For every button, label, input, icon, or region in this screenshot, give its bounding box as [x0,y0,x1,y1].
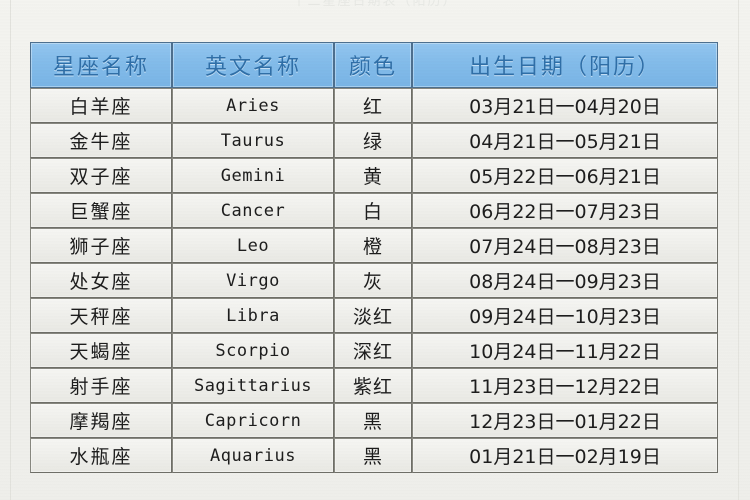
cell-english-name: Leo [172,228,334,263]
cell-color: 黄 [334,158,412,193]
cell-color: 黑 [334,438,412,473]
cell-color: 橙 [334,228,412,263]
cell-zodiac-name: 巨蟹座 [30,193,172,228]
column-header-english: 英文名称 [172,42,334,88]
table-row: 巨蟹座 Cancer 白 06月22日一07月23日 [30,193,718,228]
table-row: 天蝎座 Scorpio 深红 10月24日一11月22日 [30,333,718,368]
cell-english-name: Libra [172,298,334,333]
cell-zodiac-name: 处女座 [30,263,172,298]
cell-color: 紫红 [334,368,412,403]
cell-zodiac-name: 射手座 [30,368,172,403]
cell-birth-date: 12月23日一01月22日 [412,403,718,438]
cell-english-name: Gemini [172,158,334,193]
cell-zodiac-name: 天蝎座 [30,333,172,368]
cell-zodiac-name: 天秤座 [30,298,172,333]
cell-zodiac-name: 水瓶座 [30,438,172,473]
cell-birth-date: 05月22日一06月21日 [412,158,718,193]
cell-english-name: Aquarius [172,438,334,473]
cell-color: 深红 [334,333,412,368]
table-header-row: 星座名称 英文名称 颜色 出生日期（阳历） [30,42,718,88]
cell-birth-date: 09月24日一10月23日 [412,298,718,333]
table-row: 射手座 Sagittarius 紫红 11月23日一12月22日 [30,368,718,403]
cell-zodiac-name: 金牛座 [30,123,172,158]
cell-english-name: Taurus [172,123,334,158]
cell-birth-date: 04月21日一05月21日 [412,123,718,158]
cell-english-name: Capricorn [172,403,334,438]
cell-zodiac-name: 摩羯座 [30,403,172,438]
cell-zodiac-name: 双子座 [30,158,172,193]
cell-zodiac-name: 白羊座 [30,88,172,123]
table-row: 金牛座 Taurus 绿 04月21日一05月21日 [30,123,718,158]
cell-color: 灰 [334,263,412,298]
cell-zodiac-name: 狮子座 [30,228,172,263]
table-row: 天秤座 Libra 淡红 09月24日一10月23日 [30,298,718,333]
cell-birth-date: 01月21日一02月19日 [412,438,718,473]
column-header-name: 星座名称 [30,42,172,88]
cell-color: 白 [334,193,412,228]
table-row: 双子座 Gemini 黄 05月22日一06月21日 [30,158,718,193]
cell-english-name: Virgo [172,263,334,298]
table-row: 狮子座 Leo 橙 07月24日一08月23日 [30,228,718,263]
cell-english-name: Scorpio [172,333,334,368]
table-row: 摩羯座 Capricorn 黑 12月23日一01月22日 [30,403,718,438]
cell-color: 淡红 [334,298,412,333]
page-rule-left [10,0,11,500]
zodiac-table: 星座名称 英文名称 颜色 出生日期（阳历） 白羊座 Aries 红 03月21日一04… [30,42,718,473]
column-header-color: 颜色 [334,42,412,88]
table-row: 白羊座 Aries 红 03月21日一04月20日 [30,88,718,123]
cell-color: 红 [334,88,412,123]
cell-english-name: Aries [172,88,334,123]
cell-color: 黑 [334,403,412,438]
table-row: 处女座 Virgo 灰 08月24日一09月23日 [30,263,718,298]
cell-english-name: Cancer [172,193,334,228]
cell-birth-date: 10月24日一11月22日 [412,333,718,368]
page-caption: 十二星座日期表（阳历） [292,0,458,8]
table-body: 白羊座 Aries 红 03月21日一04月20日 金牛座 Taurus 绿 04月21日一0… [30,88,718,473]
page-rule-right [738,0,739,500]
cell-color: 绿 [334,123,412,158]
cell-birth-date: 08月24日一09月23日 [412,263,718,298]
column-header-date: 出生日期（阳历） [412,42,718,88]
table-header: 星座名称 英文名称 颜色 出生日期（阳历） [30,42,718,88]
cell-english-name: Sagittarius [172,368,334,403]
table-row: 水瓶座 Aquarius 黑 01月21日一02月19日 [30,438,718,473]
cell-birth-date: 11月23日一12月22日 [412,368,718,403]
cell-birth-date: 07月24日一08月23日 [412,228,718,263]
cell-birth-date: 03月21日一04月20日 [412,88,718,123]
cell-birth-date: 06月22日一07月23日 [412,193,718,228]
